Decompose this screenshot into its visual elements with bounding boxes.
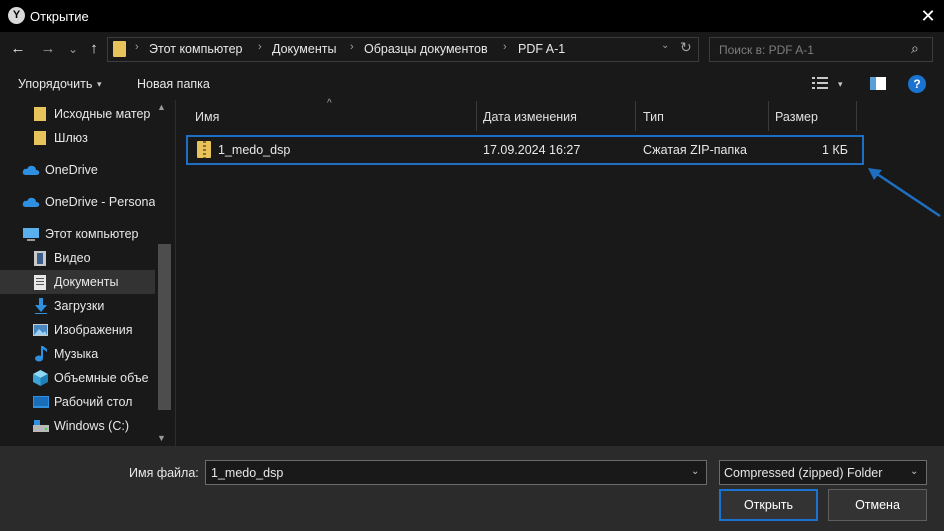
column-header-name[interactable]: Имя (195, 110, 219, 124)
refresh-icon[interactable]: ↻ (680, 39, 692, 56)
breadcrumb-sample-docs[interactable]: Образцы документов (364, 42, 488, 56)
zip-zipper-icon (203, 141, 206, 158)
breadcrumb-this-pc[interactable]: Этот компьютер (149, 42, 242, 56)
view-options-icon[interactable] (812, 76, 830, 90)
back-button[interactable]: ← (8, 38, 28, 60)
window-title: Открытие (30, 9, 89, 24)
sidebar-item-pictures[interactable]: Изображения (0, 318, 155, 342)
sidebar-item-label: Загрузки (54, 299, 105, 313)
pane-divider[interactable] (175, 100, 176, 446)
sidebar-item-label: Видео (54, 251, 91, 265)
sidebar-item-videos[interactable]: Видео (0, 246, 155, 270)
sidebar-item-gateway[interactable]: Шлюз (0, 126, 155, 150)
folder-icon (113, 41, 126, 57)
sidebar-item-label: Windows (C:) (54, 419, 130, 433)
breadcrumb-separator-icon[interactable]: › (503, 41, 507, 53)
cloud-icon (22, 197, 40, 207)
folder-icon (34, 131, 46, 145)
annotation-arrow-icon (868, 168, 941, 218)
help-icon[interactable]: ? (908, 75, 926, 93)
sidebar-item-music[interactable]: Музыка (0, 342, 155, 366)
sidebar-item-label: OneDrive - Persona (45, 195, 155, 209)
sidebar-item-label: Этот компьютер (45, 227, 139, 241)
open-button[interactable]: Открыть (719, 489, 818, 521)
file-size: 1 КБ (822, 143, 848, 157)
documents-icon (34, 275, 46, 290)
breadcrumb-documents[interactable]: Документы (272, 42, 336, 56)
file-type: Сжатая ZIP-папка (643, 143, 747, 157)
search-placeholder: Поиск в: PDF A-1 (719, 43, 814, 57)
music-icon (35, 346, 47, 362)
file-name[interactable]: 1_medo_dsp (218, 143, 290, 157)
sidebar-item-windows-drive[interactable]: Windows (C:) (0, 414, 155, 438)
preview-pane-icon[interactable] (870, 77, 886, 90)
sidebar-item-3d-objects[interactable]: Объемные объе (0, 366, 155, 390)
chevron-down-icon[interactable]: ⌄ (691, 466, 699, 477)
download-icon (35, 298, 47, 314)
sidebar-item-label: Шлюз (54, 131, 88, 145)
breadcrumb-pdf-a1[interactable]: PDF A-1 (518, 42, 565, 56)
cloud-icon (22, 165, 40, 175)
file-modified: 17.09.2024 16:27 (483, 143, 581, 157)
column-divider[interactable] (635, 101, 636, 131)
recent-locations-button[interactable]: ⌄ (66, 38, 80, 60)
sidebar-item-downloads[interactable]: Загрузки (0, 294, 155, 318)
browser-app-icon: Y (8, 7, 25, 24)
scroll-down-icon[interactable]: ▼ (157, 433, 166, 443)
chevron-down-icon[interactable]: ▾ (838, 79, 843, 90)
column-divider[interactable] (856, 101, 857, 131)
up-button[interactable]: ↑ (85, 38, 103, 60)
column-divider[interactable] (768, 101, 769, 131)
filetype-value[interactable]: Compressed (zipped) Folder (724, 466, 882, 480)
drive-icon (33, 420, 49, 432)
column-divider[interactable] (476, 101, 477, 131)
sidebar-item-desktop[interactable]: Рабочий стол (0, 390, 155, 414)
forward-button[interactable]: → (38, 38, 58, 60)
pictures-icon (33, 324, 48, 336)
column-header-type[interactable]: Тип (643, 110, 664, 124)
column-header-modified[interactable]: Дата изменения (483, 110, 577, 124)
sidebar-item-onedrive-personal[interactable]: OneDrive - Persona (0, 190, 155, 214)
video-icon (34, 251, 46, 266)
title-bar (0, 0, 944, 32)
sidebar-item-label: OneDrive (45, 163, 98, 177)
cancel-button[interactable]: Отмена (828, 489, 927, 521)
organize-button[interactable]: Упорядочить (18, 77, 92, 91)
sidebar-item-label: Рабочий стол (54, 395, 133, 409)
scrollbar-thumb[interactable] (158, 244, 171, 410)
filename-value[interactable]: 1_medo_dsp (211, 466, 283, 480)
sidebar-item-label: Объемные объе (54, 371, 149, 385)
sidebar-item-source-materials[interactable]: Исходные матер (0, 102, 155, 126)
scroll-up-icon[interactable]: ▲ (157, 102, 166, 112)
sidebar-item-label: Документы (54, 275, 119, 289)
breadcrumb-separator-icon[interactable]: › (350, 41, 354, 53)
chevron-down-icon[interactable]: ▾ (97, 79, 102, 90)
search-icon[interactable]: ⌕ (911, 40, 919, 57)
folder-icon (34, 107, 46, 121)
sidebar-item-this-pc[interactable]: Этот компьютер (0, 222, 155, 246)
desktop-icon (33, 396, 49, 408)
chevron-down-icon[interactable]: ⌄ (910, 466, 918, 477)
filename-label: Имя файла: (129, 466, 199, 480)
sidebar-item-label: Исходные матер (54, 107, 151, 121)
sidebar-item-onedrive[interactable]: OneDrive (0, 158, 155, 182)
column-header-size[interactable]: Размер (775, 110, 818, 124)
chevron-down-icon[interactable]: ⌄ (661, 40, 669, 51)
3d-objects-icon (33, 370, 48, 386)
breadcrumb-separator-icon[interactable]: › (135, 41, 139, 53)
sidebar-item-label: Изображения (54, 323, 133, 337)
close-button[interactable]: ✕ (916, 4, 940, 28)
sort-ascending-icon: ^ (327, 98, 332, 109)
sidebar-item-documents[interactable]: Документы (0, 270, 155, 294)
new-folder-button[interactable]: Новая папка (137, 77, 210, 91)
breadcrumb-separator-icon[interactable]: › (258, 41, 262, 53)
sidebar-item-label: Музыка (54, 347, 99, 361)
computer-icon (23, 228, 39, 241)
